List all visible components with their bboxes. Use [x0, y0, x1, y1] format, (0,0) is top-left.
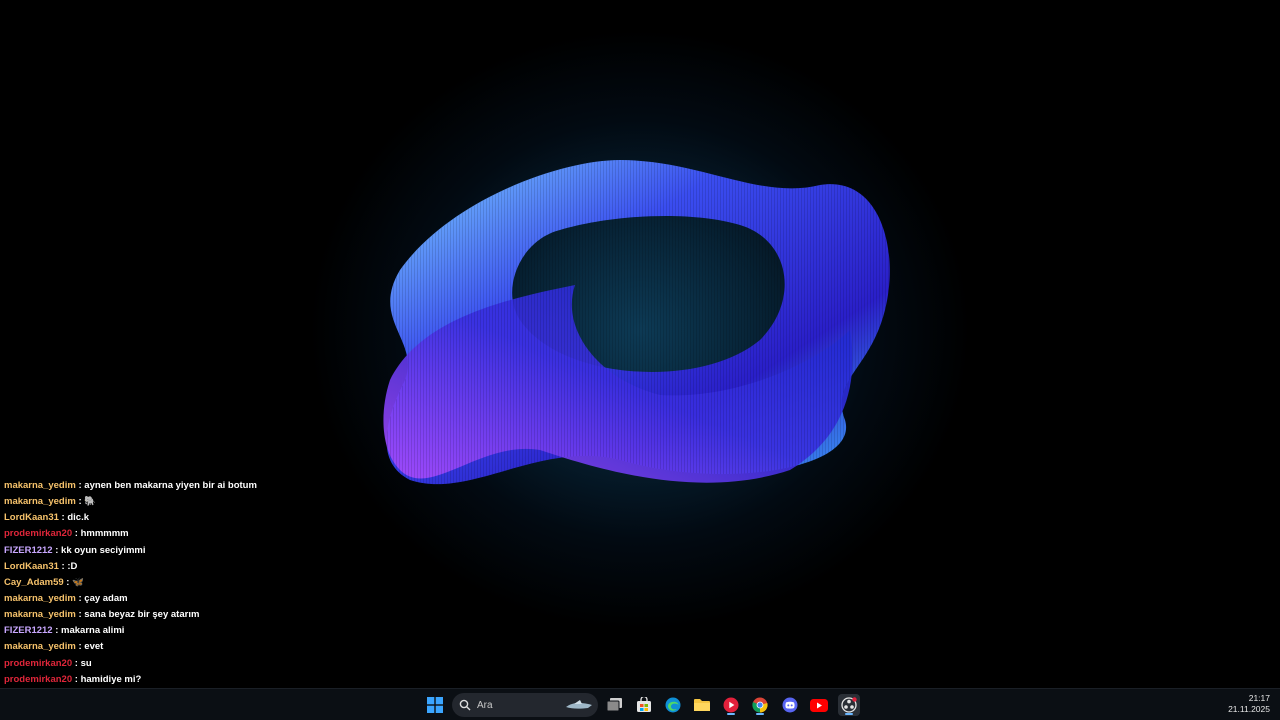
windows-icon	[427, 697, 443, 713]
edge-button[interactable]	[662, 694, 684, 716]
chat-message: LordKaan31 : dic.k	[4, 510, 424, 526]
chat-username: Cay_Adam59	[4, 576, 64, 588]
desktop: makarna_yedim : aynen ben makarna yiyen …	[0, 0, 1280, 688]
chat-text: 🦋	[72, 576, 84, 588]
youtube-button[interactable]	[808, 694, 830, 716]
chat-text: hamidiye mi?	[80, 673, 142, 685]
running-indicator	[727, 713, 735, 715]
chat-text: çay adam	[84, 592, 128, 604]
obs-icon	[841, 697, 857, 713]
chat-username: makarna_yedim	[4, 592, 76, 604]
chat-message: makarna_yedim : çay adam	[4, 591, 424, 607]
chat-username: prodemirkan20	[4, 528, 73, 540]
chat-separator: :	[72, 673, 81, 685]
running-indicator	[756, 713, 764, 715]
chat-text: hmmmmm	[80, 528, 129, 540]
chat-separator: :	[75, 592, 85, 604]
chat-message: prodemirkan20 : su	[4, 656, 424, 672]
chat-separator: :	[75, 641, 85, 653]
chat-message: makarna_yedim : aynen ben makarna yiyen …	[4, 478, 424, 494]
chat-username: prodemirkan20	[4, 673, 73, 685]
chat-text: evet	[84, 641, 104, 653]
chat-username: FIZER1212	[4, 625, 53, 637]
taskbar-search[interactable]: Ara	[452, 693, 598, 717]
chat-text: kk oyun seciyimmi	[61, 544, 146, 556]
chat-username: LordKaan31	[4, 512, 59, 524]
store-icon	[637, 697, 651, 712]
edge-icon	[665, 697, 681, 713]
chat-text: makarna alimi	[61, 625, 125, 637]
system-clock[interactable]: 21:17 21.11.2025	[1228, 693, 1270, 715]
chat-text: sana beyaz bir şey atarım	[84, 609, 200, 621]
chat-message: Cay_Adam59 : 🦋	[4, 575, 424, 591]
chat-message: makarna_yedim : evet	[4, 639, 424, 655]
chat-username: makarna_yedim	[4, 609, 76, 621]
chat-separator: :	[75, 609, 85, 621]
chat-message: makarna_yedim : sana beyaz bir şey atarı…	[4, 607, 424, 623]
chat-separator: :	[75, 480, 85, 491]
chat-username: makarna_yedim	[4, 480, 76, 491]
search-placeholder: Ara	[477, 699, 493, 711]
music-player-button[interactable]	[720, 694, 742, 716]
chat-username: makarna_yedim	[4, 496, 76, 508]
chat-text: su	[80, 657, 92, 669]
obs-button[interactable]	[838, 694, 860, 716]
chat-message: prodemirkan20 : hmmmmm	[4, 526, 424, 542]
start-button[interactable]	[424, 694, 446, 716]
chat-separator: :	[63, 576, 73, 588]
clock-time: 21:17	[1248, 693, 1270, 703]
chat-separator: :	[52, 544, 62, 556]
folder-icon	[694, 699, 710, 711]
search-highlight-icon	[566, 700, 592, 709]
clock-date: 21.11.2025	[1228, 704, 1270, 714]
chat-username: prodemirkan20	[4, 657, 73, 669]
task-view-icon	[607, 698, 622, 712]
chat-separator: :	[72, 657, 81, 669]
chrome-button[interactable]	[749, 694, 771, 716]
store-button[interactable]	[633, 694, 655, 716]
chat-separator: :	[52, 625, 62, 637]
chat-text: 🐘	[84, 496, 97, 508]
discord-icon	[782, 697, 798, 713]
music-play-icon	[723, 697, 739, 713]
chat-message: FIZER1212 : kk oyun seciyimmi	[4, 543, 424, 559]
chat-text: :D	[67, 560, 78, 572]
chat-text: aynen ben makarna yiyen bir ai botum	[84, 480, 257, 491]
chrome-icon	[752, 697, 768, 713]
running-indicator	[845, 713, 853, 715]
search-icon	[459, 699, 471, 711]
youtube-icon	[810, 698, 828, 712]
chat-username: LordKaan31	[4, 560, 59, 572]
chat-message: prodemirkan20 : hamidiye mi?	[4, 672, 424, 688]
task-view-button[interactable]	[604, 694, 626, 716]
chat-username: makarna_yedim	[4, 641, 76, 653]
chat-username: FIZER1212	[4, 544, 53, 556]
chat-separator: :	[72, 528, 81, 540]
chat-message: FIZER1212 : makarna alimi	[4, 623, 424, 639]
chat-message: makarna_yedim : 🐘	[4, 494, 424, 510]
chat-text: dic.k	[67, 512, 90, 524]
chat-message: LordKaan31 : :D	[4, 559, 424, 575]
chat-separator: :	[75, 496, 85, 508]
taskbar: Ara 21:17 21.11.2025	[0, 688, 1280, 720]
file-explorer-button[interactable]	[691, 694, 713, 716]
discord-button[interactable]	[779, 694, 801, 716]
chat-overlay: makarna_yedim : aynen ben makarna yiyen …	[4, 478, 424, 688]
